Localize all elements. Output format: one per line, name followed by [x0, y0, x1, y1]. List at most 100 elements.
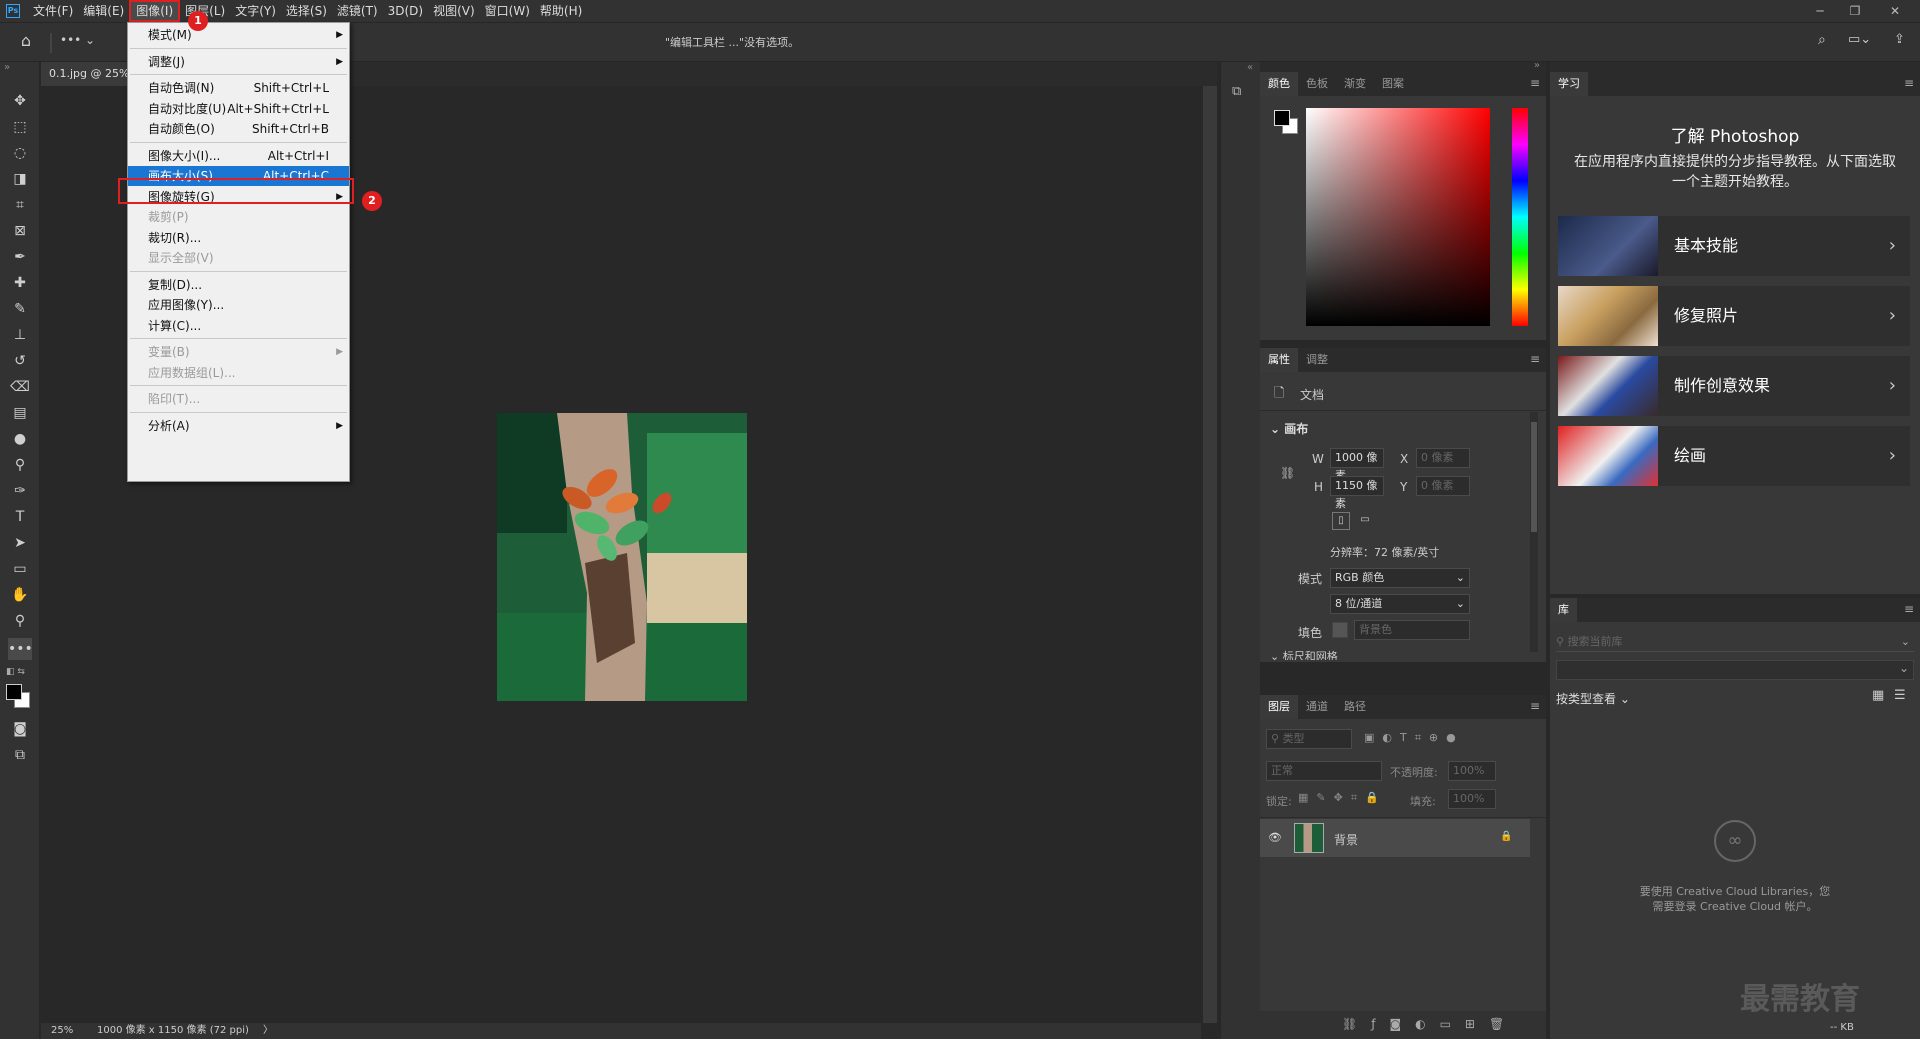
menu-item-5[interactable]: 自动对比度(U) Alt+Shift+Ctrl+L	[128, 99, 349, 119]
collapse-icon[interactable]: «	[1247, 62, 1253, 73]
library-select[interactable]: ⌄	[1556, 660, 1914, 680]
menu-item-16[interactable]: 应用图像(Y)...	[128, 295, 349, 315]
panel-menu-icon[interactable]: ≡	[1904, 76, 1914, 90]
panel-menu-icon[interactable]: ≡	[1530, 352, 1540, 366]
tab-0[interactable]: 图层	[1260, 695, 1298, 719]
brush-tool-icon[interactable]: ✎	[8, 298, 32, 320]
tab-2[interactable]: 渐变	[1336, 72, 1374, 96]
canvas-width-field[interactable]: 1000 像素	[1330, 448, 1384, 482]
canvas-x-field[interactable]: 0 像素	[1416, 448, 1470, 468]
canvas-section-header[interactable]: ⌄ 画布	[1270, 420, 1308, 437]
tab-0[interactable]: 颜色	[1260, 72, 1298, 96]
lock-icons[interactable]: ▦✎✥⌗🔒	[1298, 791, 1387, 805]
menu-5[interactable]: 选择(S)	[281, 0, 332, 22]
eye-icon[interactable]: 👁	[1268, 831, 1282, 844]
object-select-tool-icon[interactable]: ◨	[8, 168, 32, 190]
gradient-tool-icon[interactable]: ▤	[8, 402, 32, 424]
menu-item-0[interactable]: 模式(M) ▶	[128, 25, 349, 45]
menu-item-2[interactable]: 调整(J) ▶	[128, 52, 349, 72]
lasso-tool-icon[interactable]: ◌	[8, 142, 32, 164]
screen-mode-icon[interactable]: ⧉	[8, 744, 32, 766]
edit-toolbar-icon[interactable]: •••	[8, 638, 33, 660]
color-foreground-swatch[interactable]	[1274, 110, 1290, 126]
tab-1[interactable]: 通道	[1298, 695, 1336, 719]
status-menu-arrow[interactable]: 〉	[263, 1023, 273, 1039]
fill-swatch[interactable]	[1332, 622, 1348, 638]
fill-opacity-field[interactable]: 100%	[1448, 789, 1496, 809]
document-tab[interactable]: 0.1.jpg @ 25%	[41, 62, 131, 86]
stamp-tool-icon[interactable]: ⊥	[8, 324, 32, 346]
default-colors-icon[interactable]: ◧ ⇆	[6, 667, 25, 677]
layer-row[interactable]: 👁 背景 🔒	[1260, 819, 1530, 857]
menu-item-9[interactable]: 画布大小(S)... Alt+Ctrl+C	[128, 166, 349, 186]
layer-filter-icons[interactable]: ▣◐T⌗⊕●	[1364, 731, 1464, 745]
menu-8[interactable]: 视图(V)	[428, 0, 480, 22]
link-icon[interactable]: ⛓	[1280, 466, 1295, 480]
tab-3[interactable]: 图案	[1374, 72, 1412, 96]
bit-depth-select[interactable]: 8 位/通道 ⌄	[1330, 594, 1470, 614]
more-tools-button[interactable]: ••• ⌄	[60, 33, 95, 47]
history-panel-icon[interactable]: ⧉	[1232, 84, 1241, 99]
blend-mode-select[interactable]: 正常	[1266, 761, 1382, 781]
path-select-tool-icon[interactable]: ➤	[8, 532, 32, 554]
hand-tool-icon[interactable]: ✋	[8, 584, 32, 606]
menu-item-6[interactable]: 自动颜色(O) Shift+Ctrl+B	[128, 119, 349, 139]
learn-card-fix-photos[interactable]: 修复照片 ›	[1558, 286, 1910, 346]
workspace-icon[interactable]: ▭⌄	[1848, 32, 1871, 47]
canvas-y-field[interactable]: 0 像素	[1416, 476, 1470, 496]
mode-select[interactable]: RGB 颜色 ⌄	[1330, 568, 1470, 588]
home-icon[interactable]: ⌂	[14, 31, 38, 53]
learn-card-creative-effects[interactable]: 制作创意效果 ›	[1558, 356, 1910, 416]
tab-0[interactable]: 属性	[1260, 348, 1298, 372]
layer-name[interactable]: 背景	[1334, 831, 1358, 848]
minimize-button[interactable]: ─	[1805, 0, 1835, 22]
share-icon[interactable]: ⇪	[1894, 32, 1905, 47]
fill-select[interactable]: 背景色	[1354, 620, 1470, 640]
document-image[interactable]	[497, 413, 747, 701]
type-tool-icon[interactable]: T	[8, 506, 32, 528]
pen-tool-icon[interactable]: ✑	[8, 480, 32, 502]
collapse-icon[interactable]: »	[1534, 60, 1540, 71]
menu-item-12[interactable]: 裁切(R)...	[128, 228, 349, 248]
panel-menu-icon[interactable]: ≡	[1904, 602, 1914, 616]
restore-button[interactable]: ❐	[1840, 0, 1870, 22]
rectangle-tool-icon[interactable]: ▭	[8, 558, 32, 580]
color-field[interactable]	[1306, 108, 1490, 326]
history-brush-tool-icon[interactable]: ↺	[8, 350, 32, 372]
panel-menu-icon[interactable]: ≡	[1530, 76, 1540, 90]
close-button[interactable]: ✕	[1880, 0, 1910, 22]
menu-0[interactable]: 文件(F)	[28, 0, 78, 22]
dodge-tool-icon[interactable]: ⚲	[8, 454, 32, 476]
crop-tool-icon[interactable]: ⌗	[8, 194, 32, 216]
quick-mask-icon[interactable]: ◙	[8, 718, 32, 740]
tab-2[interactable]: 路径	[1336, 695, 1374, 719]
healing-brush-tool-icon[interactable]: ✚	[8, 272, 32, 294]
menu-item-17[interactable]: 计算(C)...	[128, 316, 349, 336]
tab-1[interactable]: 色板	[1298, 72, 1336, 96]
learn-card-painting[interactable]: 绘画 ›	[1558, 426, 1910, 486]
eyedropper-tool-icon[interactable]: ✒	[8, 246, 32, 268]
hue-slider[interactable]	[1512, 108, 1528, 326]
menu-7[interactable]: 3D(D)	[383, 0, 428, 22]
menu-2[interactable]: 图像(I)	[129, 0, 181, 22]
tab-learn[interactable]: 学习	[1550, 72, 1588, 96]
layers-footer-icons[interactable]: ⛓ƒ◙◐▭⊞🗑	[1342, 1017, 1518, 1031]
lock-icon[interactable]: 🔒	[1500, 831, 1512, 842]
learn-card-basic-skills[interactable]: 基本技能 ›	[1558, 216, 1910, 276]
blur-tool-icon[interactable]: ●	[8, 428, 32, 450]
zoom-level[interactable]: 25%	[51, 1023, 73, 1039]
foreground-color-swatch[interactable]	[6, 684, 22, 700]
collapse-icon[interactable]: »	[4, 62, 10, 73]
library-search[interactable]: ⚲ 搜索当前库 ⌄	[1556, 632, 1914, 652]
view-by-dropdown[interactable]: 按类型查看 ⌄	[1556, 690, 1630, 707]
eraser-tool-icon[interactable]: ⌫	[8, 376, 32, 398]
vertical-scrollbar[interactable]	[1203, 86, 1217, 1023]
menu-item-4[interactable]: 自动色调(N) Shift+Ctrl+L	[128, 78, 349, 98]
panel-menu-icon[interactable]: ≡	[1530, 699, 1540, 713]
portrait-icon[interactable]: ▯	[1332, 512, 1350, 530]
marquee-tool-icon[interactable]: ⬚	[8, 116, 32, 138]
menu-4[interactable]: 文字(Y)	[230, 0, 281, 22]
menu-1[interactable]: 编辑(E)	[78, 0, 129, 22]
menu-9[interactable]: 窗口(W)	[480, 0, 535, 22]
grid-view-icon[interactable]: ▦	[1872, 688, 1884, 703]
